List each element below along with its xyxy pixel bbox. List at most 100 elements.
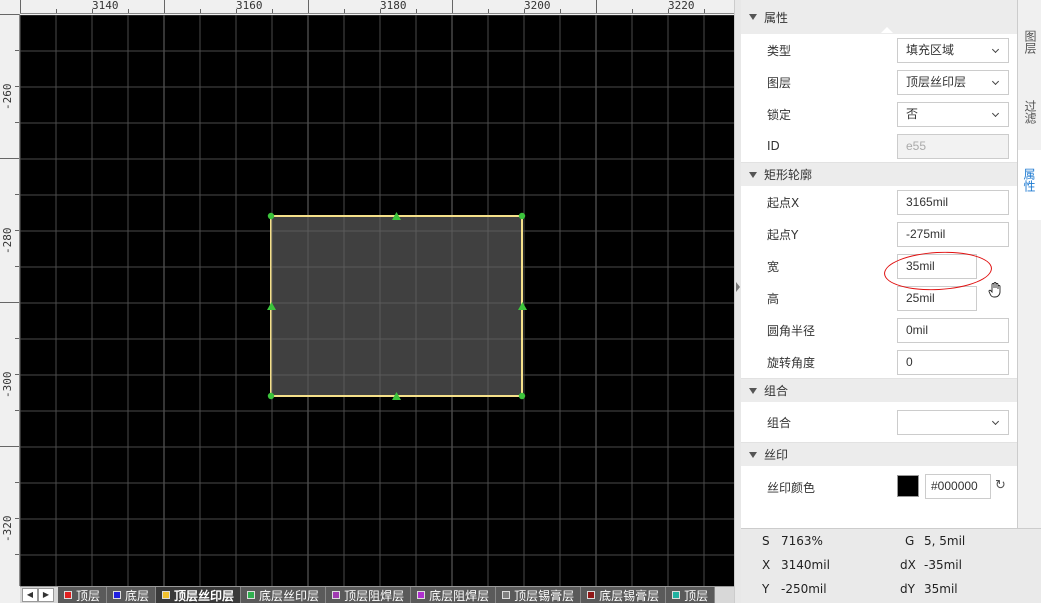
collapse-arrow-icon[interactable] <box>736 282 740 292</box>
status-key: dX <box>900 558 916 572</box>
ruler-tick <box>15 482 19 483</box>
section-silkscreen[interactable]: 丝印 <box>741 442 1017 466</box>
section-title: 属性 <box>764 10 789 25</box>
corner-radius-input[interactable]: 0mil <box>897 317 1009 343</box>
prop-id: ID e55 <box>741 130 1017 162</box>
ruler-tick <box>15 230 19 231</box>
lock-select[interactable]: 否 <box>897 101 1009 127</box>
start-x-input[interactable]: 3165mil <box>897 189 1009 215</box>
section-group[interactable]: 组合 <box>741 378 1017 402</box>
status-key: G <box>905 534 915 548</box>
layer-tab[interactable]: 底层锡膏层 <box>581 587 667 603</box>
prop-lock: 锁定 否 <box>741 98 1017 130</box>
corner-handle[interactable] <box>518 392 526 400</box>
prop-rotation: 旋转角度 0 <box>741 346 1017 378</box>
tab-layers[interactable]: 图层 <box>1018 22 1041 68</box>
move-cursor-icon <box>988 282 1001 298</box>
width-input[interactable]: 35mil <box>897 253 977 279</box>
collapse-triangle-icon <box>749 387 757 394</box>
ruler-tick <box>56 9 57 13</box>
collapse-triangle-icon <box>749 171 757 178</box>
ruler-tick <box>560 9 561 13</box>
layer-color-swatch <box>247 591 256 599</box>
refresh-icon[interactable]: ↻ <box>995 478 1006 493</box>
section-title: 丝印 <box>764 448 789 462</box>
status-row: X 3140mil dX -35mil <box>741 558 1041 582</box>
prop-label: 宽 <box>767 259 780 274</box>
prop-label: 高 <box>767 291 780 306</box>
tab-label: 图层 <box>1023 30 1037 54</box>
prop-label: ID <box>767 139 780 153</box>
prop-label: 组合 <box>767 415 792 430</box>
silk-color-input[interactable]: #000000 <box>925 474 991 499</box>
ruler-left-label: -260 <box>1 83 14 111</box>
layer-tab[interactable]: 顶层 <box>58 587 108 603</box>
ruler-top-label: 3220 <box>668 0 695 12</box>
layer-tab[interactable]: 顶层阻焊层 <box>326 587 412 603</box>
ruler-tick <box>15 50 19 51</box>
layer-tab[interactable]: 顶层锡膏层 <box>496 587 582 603</box>
caret-up-icon <box>881 27 893 33</box>
layer-tab[interactable]: 底层 <box>107 587 157 603</box>
ruler-tick <box>164 0 165 13</box>
ruler-tick <box>0 302 19 303</box>
corner-handle[interactable] <box>267 212 275 220</box>
status-x: 3140mil <box>781 558 830 572</box>
ruler-tick <box>632 9 633 13</box>
rotation-input[interactable]: 0 <box>897 349 1009 375</box>
panel-splitter[interactable] <box>734 0 741 603</box>
status-dx: -35mil <box>924 558 962 572</box>
corner-handle[interactable] <box>518 212 526 220</box>
group-select[interactable] <box>897 409 1009 435</box>
fill-region-shape[interactable] <box>270 215 523 397</box>
layer-tab[interactable]: 底层丝印层 <box>241 587 327 603</box>
ruler-tick <box>308 0 309 13</box>
layer-tab[interactable]: 顶层 <box>666 587 716 603</box>
ruler-tick <box>20 0 21 13</box>
layer-bar: ◀ ▶ 顶层 底层 顶层丝印层 底层丝印层 顶层阻焊层 底层阻焊层 顶层锡膏层 底层锡膏层 顶层 <box>20 586 734 603</box>
start-y-input[interactable]: -275mil <box>897 221 1009 247</box>
ruler-tick <box>416 9 417 13</box>
prop-silk-color: 丝印颜色 #000000 ↻ <box>741 466 1017 508</box>
ruler-tick <box>15 410 19 411</box>
section-title: 矩形轮廓 <box>764 168 813 182</box>
ruler-top-label: 3160 <box>236 0 263 12</box>
layer-color-swatch <box>162 591 171 599</box>
height-input[interactable]: 25mil <box>897 285 977 311</box>
ruler-tick <box>15 518 19 519</box>
section-rect-outline[interactable]: 矩形轮廓 <box>741 162 1017 186</box>
layer-tab[interactable]: 顶层丝印层 <box>156 587 242 603</box>
layer-scroll-right-button[interactable]: ▶ <box>38 588 54 602</box>
ruler-tick <box>488 9 489 13</box>
status-key: Y <box>762 582 770 596</box>
prop-start-x: 起点X 3165mil <box>741 186 1017 218</box>
prop-start-y: 起点Y -275mil <box>741 218 1017 250</box>
layer-tab[interactable]: 底层阻焊层 <box>411 587 497 603</box>
ruler-tick <box>0 158 19 159</box>
status-key: dY <box>900 582 915 596</box>
prop-width: 宽 35mil <box>741 250 1017 282</box>
ruler-tick <box>236 9 237 13</box>
silk-color-swatch[interactable] <box>897 475 919 497</box>
ruler-tick <box>200 9 201 13</box>
ruler-tick <box>92 9 93 13</box>
corner-handle[interactable] <box>267 392 275 400</box>
tab-properties[interactable]: 属性 <box>1018 150 1041 220</box>
layer-scroll-left-button[interactable]: ◀ <box>22 588 38 602</box>
status-row: S 7163% G 5, 5mil <box>741 534 1041 558</box>
side-tabs: 图层 过滤 属性 <box>1017 0 1041 528</box>
tab-filter[interactable]: 过滤 <box>1018 92 1041 138</box>
section-attributes[interactable]: 属性 <box>741 0 1017 34</box>
status-key: X <box>762 558 771 572</box>
ruler-tick <box>15 266 19 267</box>
canvas-drawing[interactable] <box>20 15 734 586</box>
type-select[interactable]: 填充区域 <box>897 37 1009 63</box>
layer-select[interactable]: 顶层丝印层 <box>897 69 1009 95</box>
ruler-corner <box>0 0 20 14</box>
layer-color-swatch <box>417 591 426 599</box>
layer-tab-label: 底层锡膏层 <box>599 588 660 603</box>
status-grid: 5, 5mil <box>924 534 966 548</box>
pcb-canvas[interactable] <box>20 15 734 586</box>
layer-color-swatch <box>672 591 681 599</box>
ruler-top-label: 3200 <box>524 0 551 12</box>
